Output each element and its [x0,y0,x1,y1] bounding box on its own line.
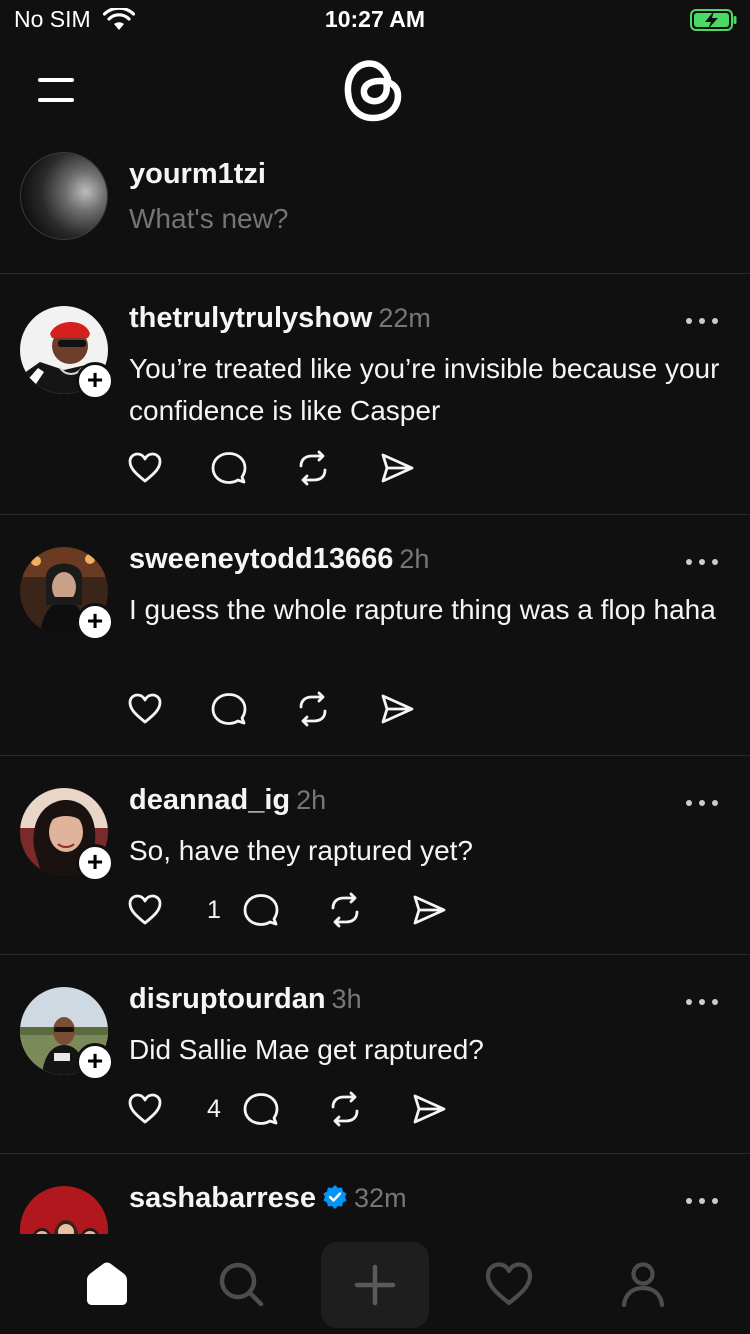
follow-plus-icon[interactable]: + [76,362,114,400]
send-icon [381,694,414,724]
post-actions [127,448,463,488]
post-time: 22m [378,303,431,333]
share-button[interactable] [379,691,415,727]
post-time: 3h [331,984,362,1014]
more-icon[interactable] [684,316,720,326]
tab-home[interactable] [77,1254,137,1314]
post-item[interactable]: + disruptourdan 3h Did Sallie Mae get rap… [0,955,750,1154]
post-username[interactable]: thetrulytrulyshow [129,302,372,334]
verified-badge-icon [323,1185,347,1209]
comment-icon [211,693,247,725]
like-button[interactable] [127,1091,163,1127]
more-icon[interactable] [684,798,720,808]
follow-plus-icon[interactable]: + [76,603,114,641]
heart-icon [128,1093,162,1124]
post-text: You’re treated like you’re invisible bec… [129,353,720,426]
post-username[interactable]: deannad_ig [129,784,290,816]
tab-activity[interactable] [479,1254,539,1314]
battery-charging-icon [690,9,737,31]
plus-icon [354,1264,396,1306]
repost-icon [331,1091,359,1127]
post-text: So, have they raptured yet? [129,835,473,866]
threads-logo[interactable] [340,52,408,124]
send-icon [413,1094,446,1124]
reply-button[interactable] [243,1091,279,1127]
more-icon[interactable] [684,997,720,1007]
post-actions: 1 [127,890,495,930]
heart-icon [485,1262,533,1306]
post-time: 2h [399,544,430,574]
compose-input[interactable] [129,203,689,235]
clock: 10:27 AM [324,6,426,32]
my-avatar[interactable] [20,152,108,240]
comment-icon [243,1093,279,1125]
like-button[interactable] [127,691,163,727]
repost-button[interactable] [295,450,331,486]
home-icon [87,1262,127,1305]
create-button[interactable] [321,1242,429,1328]
compose-username: yourm1tzi [129,158,266,190]
share-button[interactable] [411,892,447,928]
post-item[interactable]: + thetrulytrulyshow 22m You’re treated li… [0,274,750,515]
reply-button[interactable] [243,892,279,928]
post-actions: 4 [127,1089,495,1129]
like-button[interactable] [127,892,163,928]
send-icon [413,895,446,925]
reply-button[interactable] [211,691,247,727]
heart-icon [128,693,162,724]
repost-icon [299,691,327,727]
tab-profile[interactable] [613,1254,673,1314]
reply-button[interactable] [211,450,247,486]
comment-icon [211,452,247,484]
post-actions [127,689,463,729]
share-button[interactable] [379,450,415,486]
search-icon [219,1262,264,1307]
post-item[interactable]: sashabarrese 32m [0,1154,750,1234]
avatar[interactable] [20,1186,108,1234]
post-username[interactable]: sashabarrese [129,1182,316,1214]
post-time: 32m [354,1183,407,1213]
post-time: 2h [296,785,327,815]
post-item[interactable]: + deannad_ig 2h So, have they raptured ye… [0,756,750,955]
follow-plus-icon[interactable]: + [76,844,114,882]
post-username[interactable]: sweeneytodd13666 [129,543,393,575]
comment-icon [243,894,279,926]
top-bar [0,50,750,130]
post-text: I guess the whole rapture thing was a fl… [129,594,716,625]
post-username[interactable]: disruptourdan [129,983,326,1015]
follow-plus-icon[interactable]: + [76,1043,114,1081]
compose-box[interactable]: yourm1tzi [0,148,750,274]
post-text: Did Sallie Mae get raptured? [129,1034,484,1065]
heart-icon [128,894,162,925]
send-icon [381,453,414,483]
repost-button[interactable] [295,691,331,727]
menu-icon[interactable] [34,68,78,112]
repost-icon [299,450,327,486]
more-icon[interactable] [684,1196,720,1206]
like-count: 1 [207,895,221,924]
repost-button[interactable] [327,892,363,928]
repost-button[interactable] [327,1091,363,1127]
share-button[interactable] [411,1091,447,1127]
repost-icon [331,892,359,928]
like-count: 4 [207,1094,221,1123]
more-icon[interactable] [684,557,720,567]
tab-search[interactable] [211,1254,271,1314]
person-icon [621,1262,665,1308]
status-bar: No SIM 10:27 AM [0,0,750,40]
bottom-tab-bar [0,1234,750,1334]
like-button[interactable] [127,450,163,486]
post-item[interactable]: + sweeneytodd13666 2h I guess the whole r… [0,515,750,756]
heart-icon [128,452,162,483]
